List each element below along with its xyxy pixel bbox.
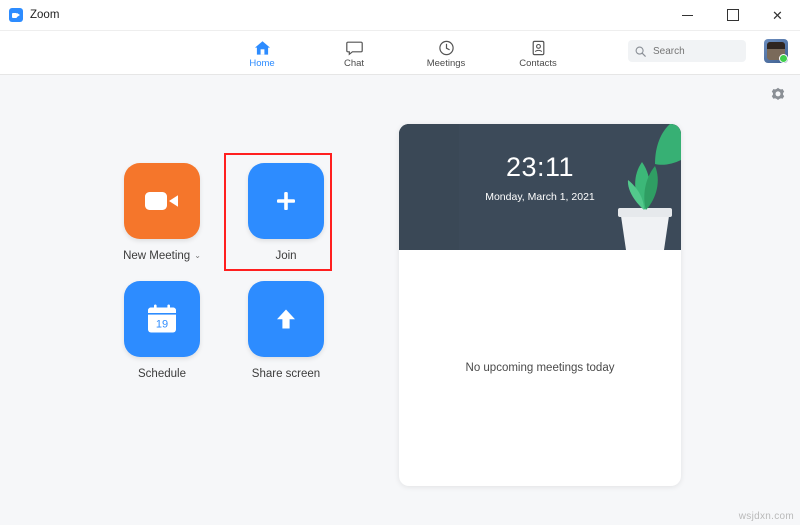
share-screen-tile[interactable] [248,281,324,357]
upcoming-meetings-card: 23:11 Monday, March 1, 2021 No upcoming … [399,124,681,486]
clock-date: Monday, March 1, 2021 [485,191,595,203]
schedule-button[interactable]: 19 Schedule [100,281,224,399]
window-controls: ✕ [665,0,800,30]
zoom-camera-icon [9,8,23,22]
action-buttons-grid: New Meeting ⌄ Join 19 Schedule Share scr… [100,163,348,399]
main-area: New Meeting ⌄ Join 19 Schedule Share scr… [0,75,800,527]
no-upcoming-meetings-text: No upcoming meetings today [465,362,615,374]
share-screen-label-wrap: Share screen [252,368,320,380]
search-box[interactable] [628,40,746,62]
contacts-icon [530,39,547,56]
clock-icon [438,39,455,56]
close-button[interactable]: ✕ [755,0,800,30]
schedule-label-wrap: Schedule [138,368,186,380]
watermark: wsjdxn.com [738,511,794,522]
avatar-hair [767,42,785,49]
tab-meetings-label: Meetings [426,58,466,69]
user-avatar[interactable] [764,39,788,63]
chat-bubble-icon [345,39,363,56]
clock-display: 23:11 Monday, March 1, 2021 [399,152,681,204]
schedule-tile[interactable]: 19 [124,281,200,357]
tab-home-label: Home [249,58,275,69]
new-meeting-tile[interactable] [124,163,200,239]
new-meeting-button[interactable]: New Meeting ⌄ [100,163,224,281]
title-bar: Zoom ✕ [0,0,800,31]
close-icon: ✕ [772,7,783,23]
tab-chat-label: Chat [343,58,365,69]
join-button[interactable]: Join [224,163,348,281]
chevron-down-icon[interactable]: ⌄ [194,252,201,260]
search-input[interactable] [651,44,745,58]
calendar-day-number: 19 [156,319,168,331]
calendar-icon: 19 [148,304,176,333]
main-navigation-bar: Home Chat Meetings Contacts Search [0,31,800,75]
zoom-application-window: Zoom ✕ Home Chat Meetings Contacts Searc… [0,0,800,525]
tab-chat[interactable]: Chat [323,36,385,69]
minimize-icon [682,14,693,16]
join-tile[interactable] [248,163,324,239]
window-title: Zoom [30,9,60,21]
status-badge [779,54,788,63]
search-icon [635,46,646,57]
new-meeting-label-wrap: New Meeting ⌄ [123,250,201,262]
video-camera-icon [145,192,178,210]
card-banner-illustration: 23:11 Monday, March 1, 2021 [399,124,681,250]
card-body: No upcoming meetings today [399,250,681,486]
share-screen-button[interactable]: Share screen [224,281,348,399]
tab-meetings[interactable]: Meetings [415,36,477,69]
minimize-button[interactable] [665,0,710,30]
tab-home[interactable]: Home [231,36,293,69]
home-content-area: New Meeting ⌄ Join 19 Schedule Share scr… [0,75,800,525]
new-meeting-label: New Meeting [123,250,191,262]
home-icon [254,39,271,56]
maximize-icon [726,9,739,21]
plus-icon [277,192,295,210]
join-label: Join [275,250,297,262]
tab-contacts-label: Contacts [519,58,557,69]
clock-time: 23:11 [505,152,575,182]
up-arrow-icon [277,309,295,329]
nav-items: Home Chat Meetings Contacts [231,36,569,69]
schedule-label: Schedule [138,368,186,380]
join-label-wrap: Join [275,250,296,262]
share-screen-label: Share screen [251,368,321,380]
maximize-button[interactable] [710,0,755,30]
tab-contacts[interactable]: Contacts [507,36,569,69]
